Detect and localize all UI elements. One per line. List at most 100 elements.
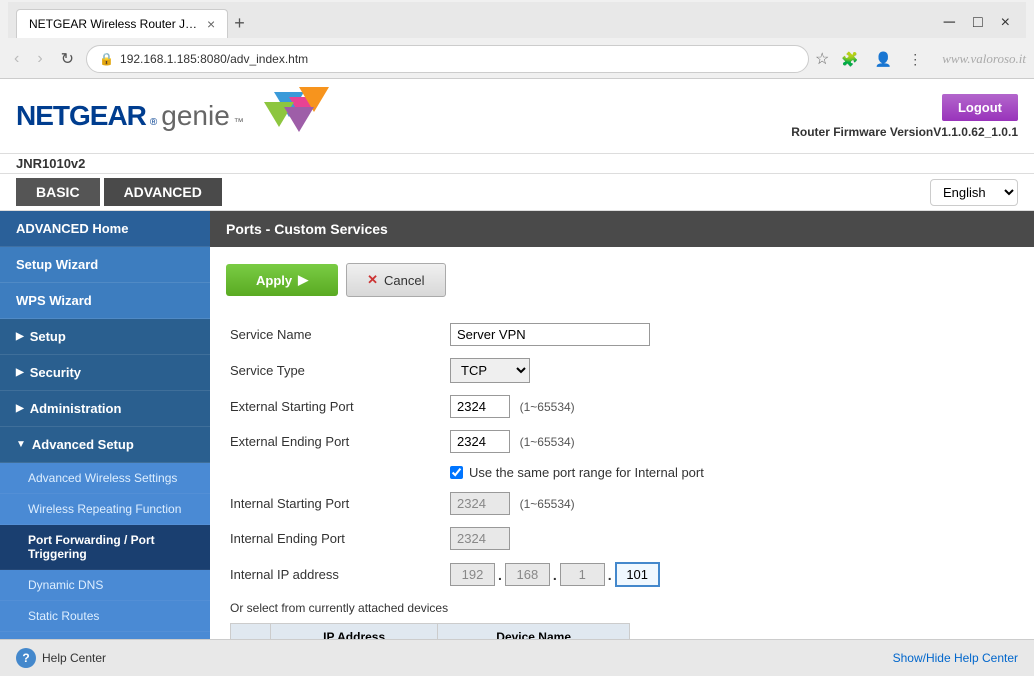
router-header: NETGEAR ® genie ™ Logout Router Firmware V… [0, 79, 1034, 154]
help-center-text: Help Center [42, 651, 106, 665]
maximize-button[interactable]: □ [965, 12, 991, 34]
sidebar-item-static-routes[interactable]: Static Routes [0, 601, 210, 632]
ext-end-input[interactable] [450, 430, 510, 453]
logo-triangles [244, 87, 334, 145]
address-bar-field[interactable]: 🔒 192.168.1.185:8080/adv_index.htm [86, 45, 809, 73]
cancel-button[interactable]: ✕ Cancel [346, 263, 445, 297]
devices-col-name: Device Name [438, 624, 630, 640]
logo-netgear-text: NETGEAR [16, 100, 146, 132]
action-bar: Apply ▶ ✕ Cancel [226, 263, 1018, 297]
logo-reg: ® [150, 117, 157, 128]
content-header: Ports - Custom Services [210, 211, 1034, 247]
tab-title: NETGEAR Wireless Router JNR1010v... [29, 17, 199, 31]
sidebar-item-security[interactable]: ▶ Security [0, 355, 210, 391]
service-type-select[interactable]: TCP UDP TCP/UDP [450, 358, 530, 383]
logout-button[interactable]: Logout [942, 94, 1018, 121]
ip-octet-2[interactable] [505, 563, 550, 586]
ext-start-range: (1~65534) [520, 400, 575, 414]
ext-end-label: External Ending Port [226, 424, 446, 459]
sidebar-item-advanced-home[interactable]: ADVANCED Home [0, 211, 210, 247]
sidebar-item-advanced-setup[interactable]: ▼ Advanced Setup [0, 427, 210, 463]
apply-button[interactable]: Apply ▶ [226, 264, 338, 296]
sidebar-item-port-forwarding[interactable]: Port Forwarding / Port Triggering [0, 525, 210, 570]
tab-advanced[interactable]: ADVANCED [104, 178, 222, 206]
window-close-button[interactable]: × [993, 12, 1018, 34]
same-port-row: Use the same port range for Internal por… [226, 459, 1018, 486]
help-bar: ? Help Center Show/Hide Help Center [0, 639, 1034, 676]
tab-basic[interactable]: BASIC [16, 178, 100, 206]
page-title: Ports - Custom Services [226, 221, 388, 237]
form-table: Service Name Service Type TCP UDP TCP/UD… [226, 317, 1018, 593]
profile-button[interactable]: 👤 [869, 49, 898, 70]
main-layout: ADVANCED Home Setup Wizard WPS Wizard ▶ … [0, 211, 1034, 639]
sidebar-item-wps-wizard[interactable]: WPS Wizard [0, 283, 210, 319]
int-end-input[interactable] [450, 527, 510, 550]
same-port-checkbox[interactable] [450, 466, 463, 479]
firmware-info: Router Firmware VersionV1.1.0.62_1.0.1 [791, 125, 1018, 139]
tab-close-btn[interactable]: × [207, 16, 215, 32]
devices-col-ip: IP Address [271, 624, 438, 640]
new-tab-button[interactable]: + [228, 13, 251, 34]
service-name-row: Service Name [226, 317, 1018, 352]
logo-trademark: ™ [234, 117, 244, 128]
ext-start-label: External Starting Port [226, 389, 446, 424]
sidebar-item-administration[interactable]: ▶ Administration [0, 391, 210, 427]
help-icon: ? [16, 648, 36, 668]
int-start-label: Internal Starting Port [226, 486, 446, 521]
arrow-icon: ▶ [16, 331, 24, 342]
ip-dot-1: . [498, 567, 502, 583]
content-area: Ports - Custom Services Apply ▶ ✕ Cancel… [210, 211, 1034, 639]
ip-octet-3[interactable] [560, 563, 605, 586]
ip-address-inputs: . . . [450, 562, 1014, 587]
header-right: Logout Router Firmware VersionV1.1.0.62_… [791, 94, 1018, 139]
show-hide-link[interactable]: Show/Hide Help Center [893, 651, 1018, 665]
extensions-button[interactable]: 🧩 [835, 49, 864, 70]
arrow-icon-advanced: ▼ [16, 439, 26, 450]
ip-dot-2: . [553, 567, 557, 583]
refresh-button[interactable]: ↻ [55, 47, 80, 71]
sidebar-sub-menu: Advanced Wireless Settings Wireless Repe… [0, 463, 210, 639]
sidebar-item-setup[interactable]: ▶ Setup [0, 319, 210, 355]
sidebar: ADVANCED Home Setup Wizard WPS Wizard ▶ … [0, 211, 210, 639]
or-select-text: Or select from currently attached device… [226, 601, 1018, 615]
ip-octet-1[interactable] [450, 563, 495, 586]
model-name: JNR1010v2 [16, 156, 85, 171]
ip-octet-4[interactable] [615, 562, 660, 587]
ext-start-row: External Starting Port (1~65534) [226, 389, 1018, 424]
sidebar-item-dynamic-dns[interactable]: Dynamic DNS [0, 570, 210, 601]
sidebar-item-setup-wizard[interactable]: Setup Wizard [0, 247, 210, 283]
int-end-label: Internal Ending Port [226, 521, 446, 556]
arrow-icon-security: ▶ [16, 367, 24, 378]
ip-dot-3: . [608, 567, 612, 583]
ext-end-row: External Ending Port (1~65534) [226, 424, 1018, 459]
sidebar-item-wireless-repeating[interactable]: Wireless Repeating Function [0, 494, 210, 525]
int-start-input[interactable] [450, 492, 510, 515]
content-body: Apply ▶ ✕ Cancel Service Name Service T [210, 247, 1034, 639]
ip-address-row: Internal IP address . . . [226, 556, 1018, 593]
service-type-row: Service Type TCP UDP TCP/UDP [226, 352, 1018, 389]
ext-start-input[interactable] [450, 395, 510, 418]
ip-label: Internal IP address [226, 556, 446, 593]
sidebar-item-advanced-wireless[interactable]: Advanced Wireless Settings [0, 463, 210, 494]
menu-button[interactable]: ⋮ [902, 49, 928, 70]
cancel-x-icon: ✕ [367, 272, 378, 288]
service-type-label: Service Type [226, 352, 446, 389]
browser-tab[interactable]: NETGEAR Wireless Router JNR1010v... × [16, 9, 228, 38]
service-name-label: Service Name [226, 317, 446, 352]
forward-button[interactable]: › [31, 48, 48, 70]
same-port-label: Use the same port range for Internal por… [450, 465, 1014, 480]
bookmark-button[interactable]: ☆ [815, 49, 829, 69]
address-text: 192.168.1.185:8080/adv_index.htm [120, 52, 308, 66]
ext-end-range: (1~65534) [520, 435, 575, 449]
netgear-logo: NETGEAR ® genie ™ [16, 100, 244, 132]
logo-genie-text: genie [161, 100, 230, 132]
apply-arrow-icon: ▶ [298, 272, 308, 288]
devices-col-radio [231, 624, 271, 640]
sidebar-item-remote-management[interactable]: Remote Management [0, 632, 210, 639]
language-select[interactable]: EnglishEspañolDeutschFrançais [930, 179, 1018, 206]
logo-triangle-svg [244, 87, 334, 142]
back-button[interactable]: ‹ [8, 48, 25, 70]
minimize-button[interactable]: ─ [936, 12, 963, 34]
service-name-input[interactable] [450, 323, 650, 346]
int-start-range: (1~65534) [520, 497, 575, 511]
